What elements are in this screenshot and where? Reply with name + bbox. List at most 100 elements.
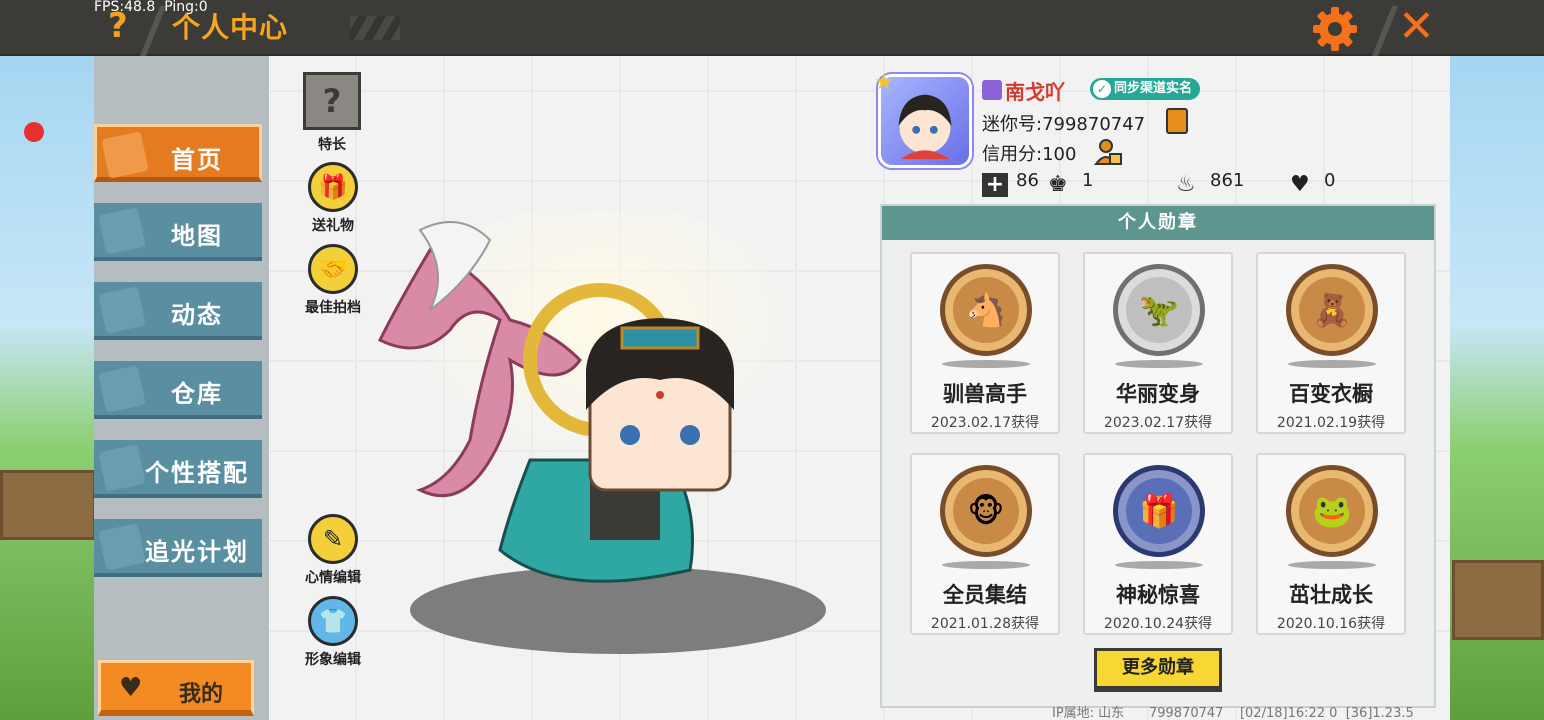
gift-icon: 🎁 (1139, 492, 1179, 530)
badge-name: 驯兽高手 (943, 382, 1027, 406)
look-edit-label: 形象编辑 (305, 652, 361, 668)
badges-title: 个人勋章 (882, 206, 1434, 240)
dinosaur-icon: 🦖 (1139, 291, 1179, 329)
sidebar-item-activity[interactable]: 动态 (94, 282, 262, 340)
edit-icon: ✎ (308, 514, 358, 564)
stat-fans: ♚ 1 (1048, 170, 1093, 197)
mine-button[interactable]: ♥ 我的 (98, 660, 254, 716)
medal-shadow (942, 561, 1030, 569)
fire-icon: ♨ (1176, 172, 1196, 197)
badge-card[interactable]: 🦖 华丽变身 2023.02.17获得 (1083, 252, 1233, 434)
stat-likes: ♥ 0 (1290, 170, 1335, 197)
frog-icon: 🐸 (1312, 492, 1352, 530)
stat-heat: ♨ 861 (1176, 170, 1244, 197)
badge-card[interactable]: 🐸 茁壮成长 2020.10.16获得 (1256, 453, 1406, 635)
mine-label: 我的 (179, 682, 224, 707)
mood-edit-label: 心情编辑 (305, 570, 361, 586)
gift-label: 送礼物 (312, 218, 354, 234)
gear-icon[interactable] (1312, 6, 1358, 52)
badge-date: 2021.01.28获得 (930, 616, 1040, 632)
monkey-icon: 🐵 (967, 492, 1005, 530)
user-check-icon: ✓ (1093, 80, 1111, 98)
talent-button[interactable]: ? 特长 (302, 72, 362, 154)
medal-shadow (1115, 360, 1203, 368)
credit-info-icon[interactable] (1094, 138, 1122, 166)
badge-date: 2020.10.24获得 (1103, 616, 1213, 632)
notification-dot (24, 122, 44, 142)
sidebar-item-label: 个性搭配 (145, 459, 249, 487)
page-title: 个人中心 (172, 11, 289, 44)
stripe-decoration (350, 16, 400, 40)
sidebar-item-lightchase[interactable]: 追光计划 (94, 519, 262, 577)
send-gift-button[interactable]: 🎁 送礼物 (303, 162, 363, 235)
vip-icon (982, 80, 1002, 100)
badge-name: 百变衣橱 (1289, 382, 1373, 406)
best-partner-button[interactable]: 🤝 最佳拍档 (303, 244, 363, 317)
look-edit-button[interactable]: 👕 形象编辑 (303, 596, 363, 669)
sidebar-item-map[interactable]: 地图 (94, 203, 262, 261)
ip-location: IP属地: 山东 (1052, 706, 1125, 720)
footer-time: [02/18]16:22 0 (1239, 706, 1338, 720)
credit-score: 信用分:100 (982, 144, 1077, 165)
medal-shadow (1115, 561, 1203, 569)
username: 南戈吖 (1005, 80, 1065, 104)
copy-icon[interactable] (1166, 108, 1188, 134)
close-icon[interactable]: ✕ (1398, 4, 1435, 50)
sidebar-item-warehouse[interactable]: 仓库 (94, 361, 262, 419)
stat-value: 0 (1324, 170, 1336, 191)
background-block (1452, 560, 1544, 640)
stat-value: 861 (1210, 170, 1245, 191)
medal-shadow (1288, 561, 1376, 569)
badge-name: 神秘惊喜 (1116, 583, 1200, 607)
medal-icon: 🎁 (1113, 465, 1205, 557)
footer-id: 799870747 (1148, 706, 1224, 720)
plus-icon: + (982, 173, 1008, 197)
sidebar-item-label: 地图 (171, 222, 223, 250)
medal-shadow (1288, 360, 1376, 368)
character-model[interactable] (360, 210, 830, 660)
background-block (0, 470, 96, 540)
mini-id: 迷你号:799870747 (982, 114, 1146, 135)
footer-version: [36]1.23.5 (1345, 706, 1414, 720)
avatar-portrait (898, 94, 952, 160)
badge-card[interactable]: 🐴 驯兽高手 2023.02.17获得 (910, 252, 1060, 434)
horse-icon: 🐴 (966, 291, 1006, 329)
sidebar-item-label: 首页 (171, 146, 223, 174)
badge-card[interactable]: 🎁 神秘惊喜 2020.10.24获得 (1083, 453, 1233, 635)
badge-card[interactable]: 🐵 全员集结 2021.01.28获得 (910, 453, 1060, 635)
medal-shadow (942, 360, 1030, 368)
star-icon: ★ (874, 70, 894, 95)
stat-value: 1 (1082, 170, 1094, 191)
outfit-icon: 👕 (308, 596, 358, 646)
sidebar-item-label: 仓库 (171, 380, 223, 408)
sidebar-item-label: 动态 (171, 301, 223, 329)
sidebar-item-label: 追光计划 (145, 538, 249, 566)
top-bar: FPS:48.8 Ping:0 ? 个人中心 ✕ (0, 0, 1544, 56)
badge-name: 华丽变身 (1116, 382, 1200, 406)
sync-realname-button[interactable]: ✓ 同步渠道实名 (1090, 78, 1201, 100)
question-icon[interactable]: ? (108, 6, 128, 46)
stat-follows: +86 (982, 170, 1039, 197)
heart-icon: ♥ (119, 673, 143, 703)
sidebar-item-outfit[interactable]: 个性搭配 (94, 440, 262, 498)
more-badges-button[interactable]: 更多勋章 (1094, 648, 1222, 692)
badge-date: 2021.02.19获得 (1276, 415, 1386, 431)
divider (1371, 6, 1399, 56)
mood-edit-button[interactable]: ✎ 心情编辑 (303, 514, 363, 587)
gift-icon: 🎁 (308, 162, 358, 212)
medal-icon: 🦖 (1113, 264, 1205, 356)
sidebar-item-home[interactable]: 首页 (94, 124, 262, 182)
badge-name: 茁壮成长 (1289, 583, 1373, 607)
talent-label: 特长 (318, 137, 346, 153)
medal-icon: 🧸 (1286, 264, 1378, 356)
sidebar: 首页 地图 动态 仓库 个性搭配 追光计划 ♥ 我的 (94, 56, 269, 720)
medal-icon: 🐴 (940, 264, 1032, 356)
question-box-icon: ? (303, 72, 361, 130)
badge-card[interactable]: 🧸 百变衣橱 2021.02.19获得 (1256, 252, 1406, 434)
badge-date: 2023.02.17获得 (1103, 415, 1213, 431)
badge-date: 2023.02.17获得 (930, 415, 1040, 431)
partner-label: 最佳拍档 (305, 300, 361, 316)
sync-label: 同步渠道实名 (1114, 81, 1193, 96)
cheer-icon: ♚ (1048, 172, 1068, 197)
badge-name: 全员集结 (943, 583, 1027, 607)
